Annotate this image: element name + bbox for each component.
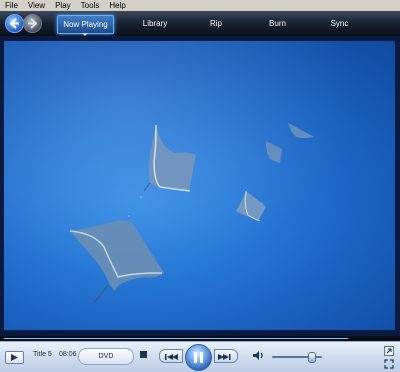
tab-now-playing[interactable]: Now Playing: [57, 15, 114, 34]
forward-button[interactable]: [23, 14, 42, 33]
forward-arrow-icon: [28, 18, 37, 29]
menu-help[interactable]: Help: [105, 0, 131, 11]
media-player-window: File View Play Tools Help Now Playing Li…: [0, 0, 400, 372]
fullscreen-icon[interactable]: [384, 359, 394, 369]
transport-controls: Title 5 08:06 DVD: [0, 341, 400, 372]
play-icon: [11, 354, 18, 361]
next-icon: [218, 354, 231, 360]
menu-tools[interactable]: Tools: [77, 0, 106, 11]
back-arrow-icon: [10, 18, 19, 29]
back-button[interactable]: [5, 14, 24, 33]
title-indicator: Title 5: [33, 351, 52, 358]
previous-icon: [165, 354, 178, 360]
stop-icon[interactable]: [139, 350, 148, 359]
tab-burn[interactable]: Burn: [265, 15, 290, 32]
next-button[interactable]: [214, 349, 238, 363]
tab-sync[interactable]: Sync: [327, 15, 352, 32]
menu-bar: File View Play Tools Help: [0, 0, 400, 11]
menu-play[interactable]: Play: [51, 0, 77, 11]
tab-library[interactable]: Library: [140, 15, 170, 32]
speaker-icon[interactable]: [252, 350, 265, 361]
pause-icon: [194, 352, 203, 363]
volume-slider-thumb[interactable]: [308, 352, 316, 363]
time-display[interactable]: 08:06: [59, 351, 77, 358]
navigation-toolbar: Now Playing Library Rip Burn Sync: [0, 11, 400, 36]
video-display[interactable]: [4, 41, 395, 330]
play-button[interactable]: [5, 351, 24, 364]
previous-button[interactable]: [159, 349, 183, 363]
video-scene-eagle-rays: [4, 41, 395, 330]
menu-view[interactable]: View: [24, 0, 51, 11]
seek-progress: [4, 338, 348, 339]
tab-rip[interactable]: Rip: [206, 15, 226, 32]
video-frame: [0, 36, 400, 336]
menu-file[interactable]: File: [0, 0, 24, 11]
pause-button[interactable]: [185, 344, 212, 371]
switch-to-compact-icon[interactable]: [384, 346, 394, 356]
dvd-menu-button[interactable]: DVD: [78, 348, 134, 365]
